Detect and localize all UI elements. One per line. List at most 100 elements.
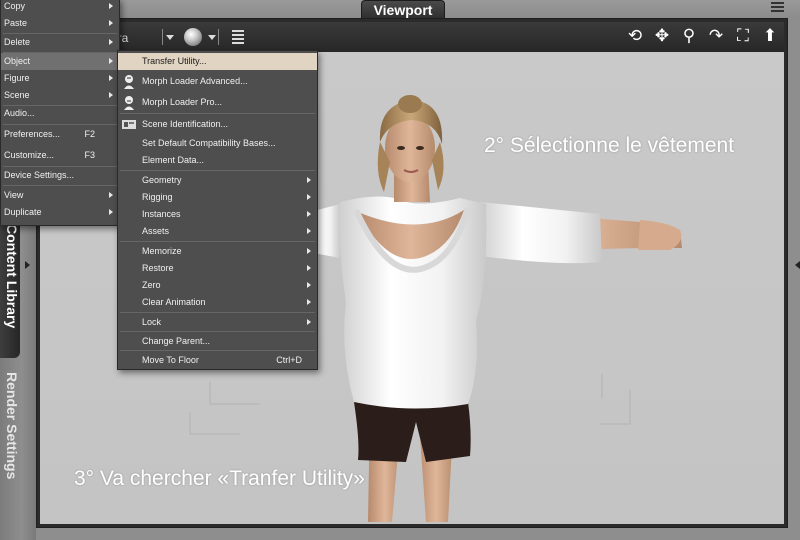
- menu-item-set-default-compatibility-bases[interactable]: Set Default Compatibility Bases...: [118, 135, 317, 152]
- up-icon[interactable]: ⬆: [760, 26, 780, 46]
- menu-item-label: Lock: [142, 317, 162, 327]
- menu-item-object[interactable]: Object: [1, 53, 119, 70]
- menu-item-lock[interactable]: Lock: [118, 314, 317, 331]
- menu-item-label: Memorize: [142, 246, 182, 256]
- menu-item-label: Scene: [4, 90, 30, 100]
- submenu-arrow-icon: [109, 92, 113, 98]
- menu-item-delete[interactable]: Delete: [1, 34, 119, 51]
- panel-menu-icon[interactable]: [771, 2, 784, 14]
- rotate-icon[interactable]: ↷: [706, 26, 726, 46]
- submenu-arrow-icon: [307, 194, 311, 200]
- menu-item-label: Audio...: [4, 108, 35, 118]
- submenu-arrow-icon: [307, 319, 311, 325]
- menu-item-paste[interactable]: Paste: [1, 15, 119, 32]
- menu-item-label: Delete: [4, 37, 31, 47]
- submenu-arrow-icon: [109, 3, 113, 9]
- morph-loader-pro-icon: [124, 96, 134, 110]
- viewport-options-icon[interactable]: [232, 30, 244, 44]
- menu-item-label: Morph Loader Advanced...: [142, 76, 248, 86]
- menu-item-label: Geometry: [142, 175, 182, 185]
- draw-style-dropdown-arrow-icon[interactable]: [208, 35, 216, 40]
- menu-item-morph-loader-pro[interactable]: Morph Loader Pro...: [118, 94, 317, 111]
- menu-item-label: Customize...: [4, 150, 55, 160]
- tab-render-settings[interactable]: Render Settings: [0, 366, 20, 540]
- shortcut-label: F3: [84, 150, 95, 160]
- menu-item-label: Figure: [4, 73, 30, 83]
- menu-item-label: Device Settings...: [4, 170, 75, 180]
- menu-item-label: Scene Identification...: [142, 119, 229, 129]
- collapse-left-arrow-icon[interactable]: [25, 261, 30, 269]
- menu-item-preferences[interactable]: Preferences... F2: [1, 126, 119, 143]
- pan-icon[interactable]: ✥: [652, 26, 672, 46]
- menu-item-label: Copy: [4, 1, 26, 11]
- menu-item-label: Move To Floor: [142, 355, 199, 365]
- menu-item-scene-identification[interactable]: Scene Identification...: [118, 116, 317, 133]
- menu-item-rigging[interactable]: Rigging: [118, 189, 317, 206]
- shortcut-label: F2: [84, 129, 95, 139]
- menu-separator: [120, 312, 315, 313]
- menu-item-move-to-floor[interactable]: Move To Floor Ctrl+D: [118, 352, 317, 369]
- viewport-tab[interactable]: Viewport: [361, 0, 445, 19]
- right-pane-strip: [788, 18, 800, 540]
- submenu-arrow-icon: [109, 58, 113, 64]
- toolbar-separator: [162, 29, 163, 45]
- bottom-pane-strip: [36, 528, 788, 540]
- menu-separator: [3, 185, 117, 186]
- submenu-arrow-icon: [109, 209, 113, 215]
- menu-item-label: Restore: [142, 263, 174, 273]
- menu-separator: [120, 241, 315, 242]
- menu-item-label: Change Parent...: [142, 336, 211, 346]
- frame-icon[interactable]: ⛶: [733, 26, 753, 46]
- menu-item-copy[interactable]: Copy: [1, 0, 119, 15]
- submenu-arrow-icon: [109, 75, 113, 81]
- menu-item-clear-animation[interactable]: Clear Animation: [118, 294, 317, 311]
- menu-item-label: Element Data...: [142, 155, 205, 165]
- viewport-navigation-tools: ⟲ ✥ ⚲ ↷ ⛶ ⬆: [625, 26, 780, 46]
- camera-dropdown-arrow-icon[interactable]: [166, 35, 174, 40]
- menu-item-transfer-utility[interactable]: Transfer Utility...: [118, 53, 317, 70]
- menu-item-figure[interactable]: Figure: [1, 70, 119, 87]
- menu-item-view[interactable]: View: [1, 187, 119, 204]
- menu-item-label: Object: [4, 56, 31, 66]
- menu-item-audio[interactable]: Audio...: [1, 105, 119, 122]
- zoom-icon[interactable]: ⚲: [679, 26, 699, 46]
- submenu-arrow-icon: [109, 192, 113, 198]
- menu-item-label: Paste: [4, 18, 28, 28]
- menu-item-morph-loader-advanced[interactable]: Morph Loader Advanced...: [118, 73, 317, 90]
- menu-item-label: Instances: [142, 209, 181, 219]
- menu-item-change-parent[interactable]: Change Parent...: [118, 333, 317, 350]
- submenu-arrow-icon: [307, 282, 311, 288]
- menu-separator: [120, 170, 315, 171]
- menu-item-label: Duplicate: [4, 207, 42, 217]
- submenu-arrow-icon: [307, 211, 311, 217]
- annotation-step2: 2° Sélectionne le vêtement: [484, 134, 735, 157]
- toolbar-separator: [218, 29, 219, 45]
- object-submenu: Transfer Utility... Morph Loader Advance…: [117, 50, 318, 370]
- menu-separator: [3, 124, 117, 125]
- menu-item-memorize[interactable]: Memorize: [118, 243, 317, 260]
- menu-item-label: Zero: [142, 280, 161, 290]
- tab-content-library[interactable]: Content Library: [0, 218, 20, 358]
- menu-item-duplicate[interactable]: Duplicate: [1, 204, 119, 221]
- collapse-right-arrow-icon[interactable]: [795, 261, 800, 269]
- menu-item-zero[interactable]: Zero: [118, 277, 317, 294]
- menu-item-label: Assets: [142, 226, 170, 236]
- menu-item-geometry[interactable]: Geometry: [118, 172, 317, 189]
- menu-item-customize[interactable]: Customize... F3: [1, 147, 119, 164]
- submenu-arrow-icon: [307, 177, 311, 183]
- submenu-arrow-icon: [307, 299, 311, 305]
- morph-loader-advanced-icon: [124, 75, 134, 89]
- orbit-icon[interactable]: ⟲: [625, 26, 645, 46]
- menu-item-device-settings[interactable]: Device Settings...: [1, 167, 119, 184]
- menu-separator: [120, 350, 315, 351]
- menu-item-element-data[interactable]: Element Data...: [118, 152, 317, 169]
- menu-item-restore[interactable]: Restore: [118, 260, 317, 277]
- submenu-arrow-icon: [109, 20, 113, 26]
- menu-item-assets[interactable]: Assets: [118, 223, 317, 240]
- menu-separator: [120, 113, 315, 114]
- menu-item-label: View: [4, 190, 24, 200]
- draw-style-sphere-icon[interactable]: [184, 28, 202, 46]
- menu-item-scene[interactable]: Scene: [1, 87, 119, 104]
- menu-item-instances[interactable]: Instances: [118, 206, 317, 223]
- annotation-step3: 3° Va chercher «Tranfer Utility»: [74, 467, 365, 490]
